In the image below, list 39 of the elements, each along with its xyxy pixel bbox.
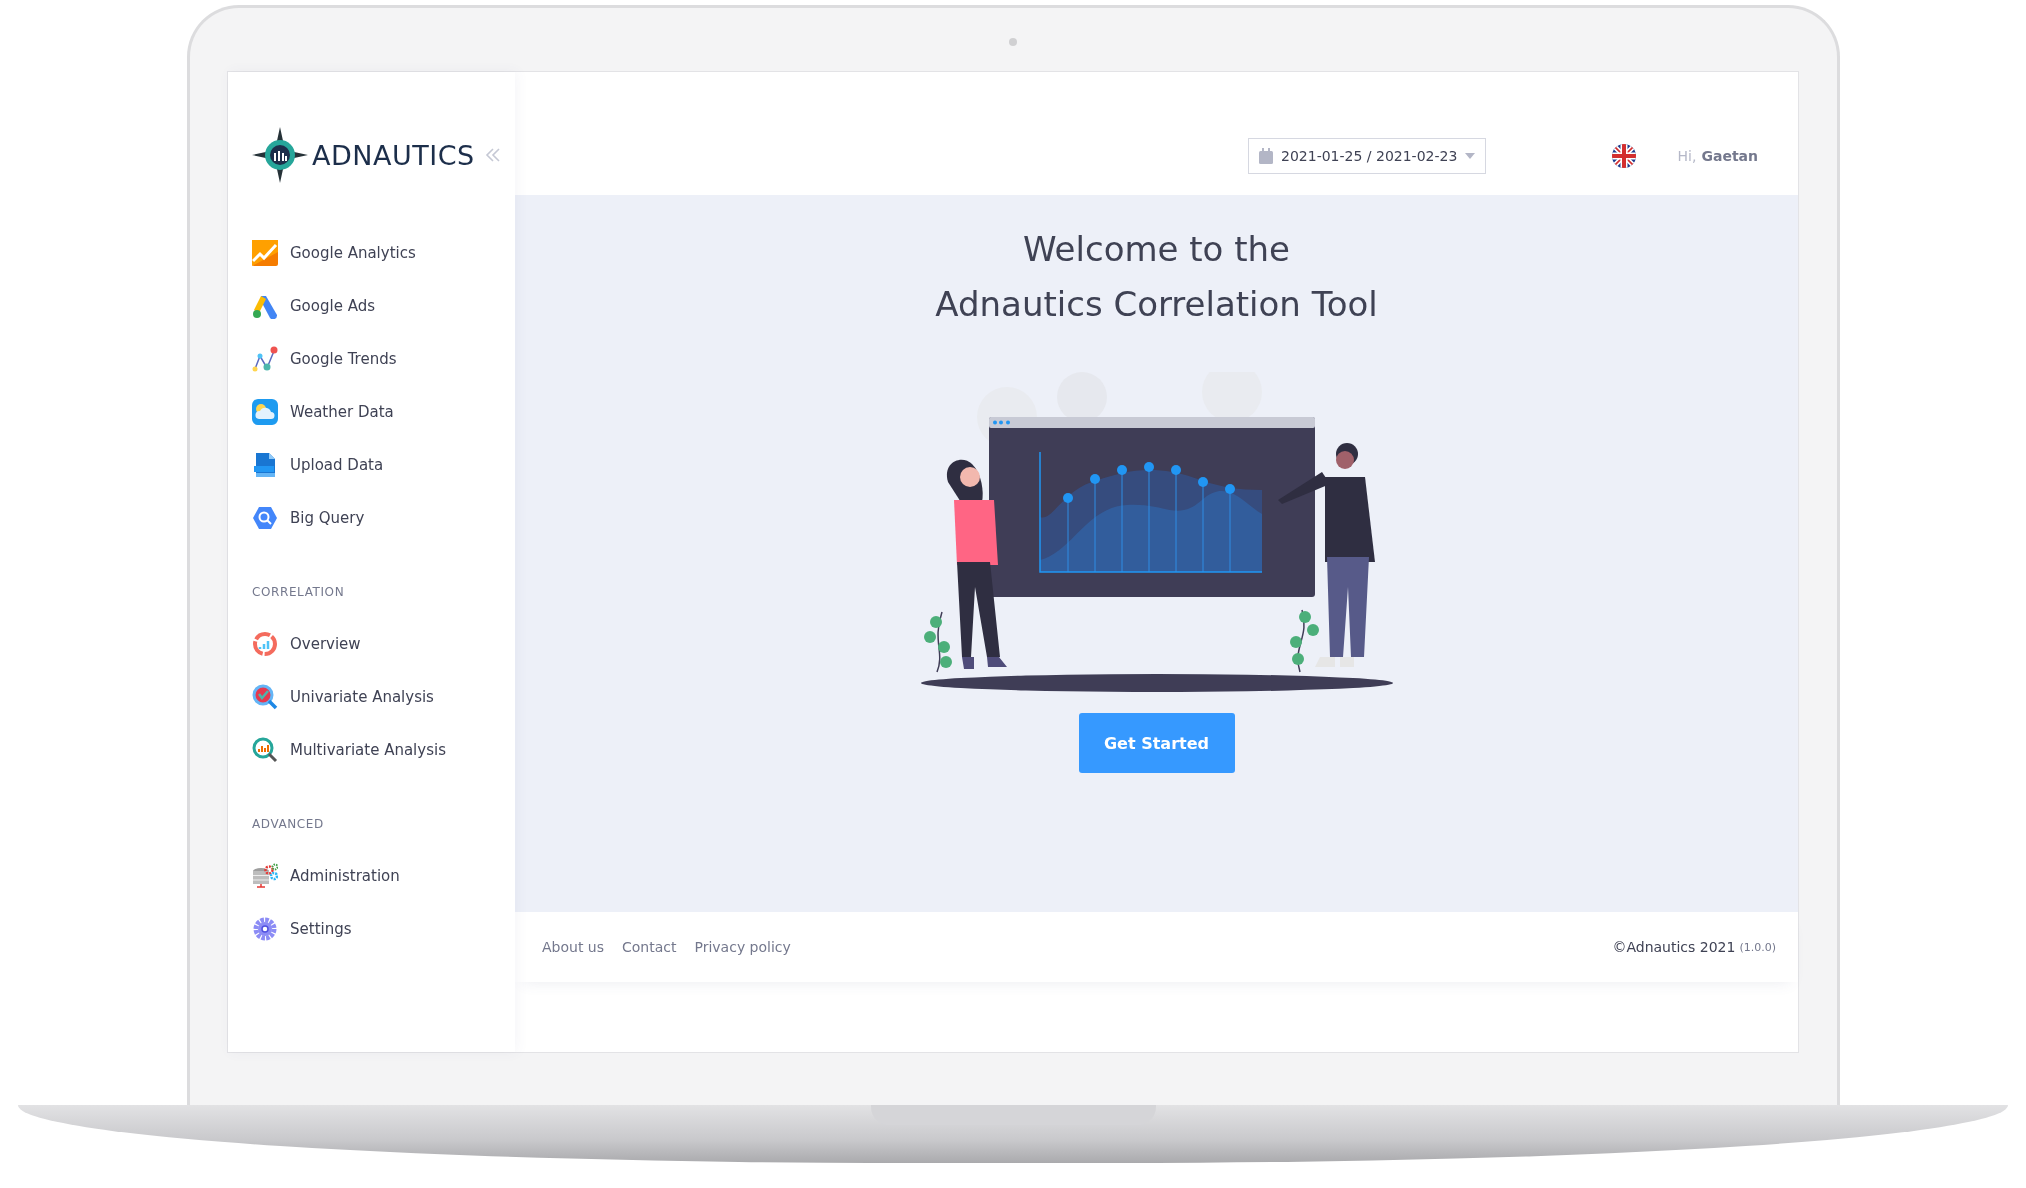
database-gears-icon	[252, 862, 278, 889]
calendar-icon	[1259, 147, 1273, 164]
section-heading: CORRELATION	[251, 584, 346, 601]
sidebar-item[interactable]: Upload Data	[228, 438, 515, 491]
footer-link[interactable]: Contact	[622, 939, 677, 955]
magnifier-hexagon-icon	[252, 504, 278, 531]
sidebar-item[interactable]: Overview	[228, 617, 515, 670]
sidebar-item[interactable]: Google Trends	[228, 332, 515, 385]
section-heading: ADVANCED	[251, 816, 325, 833]
sidebar-item[interactable]: Multivariate Analysis	[228, 723, 515, 776]
flag-icon[interactable]	[1611, 143, 1636, 168]
camera-icon	[1009, 38, 1017, 46]
sidebar-item[interactable]: Univariate Analysis	[228, 670, 515, 723]
donut-chart-icon	[252, 630, 278, 657]
weather-icon	[252, 398, 278, 425]
sidebar-item[interactable]: Weather Data	[228, 385, 515, 438]
sidebar-item[interactable]: Google Ads	[228, 279, 515, 332]
welcome-title: Welcome to the	[1022, 228, 1291, 271]
welcome-title: Adnautics Correlation Tool	[935, 283, 1378, 326]
greeting-text: Hi,	[1677, 147, 1697, 164]
brand-name: ADNAUTICS	[312, 139, 475, 171]
footer-link[interactable]: Privacy policy	[694, 939, 791, 955]
line-chart-icon	[252, 239, 278, 266]
version-text: (1.0.0)	[1739, 940, 1776, 954]
sidebar-item[interactable]: Google Analytics	[228, 226, 515, 279]
compass-logo-icon	[252, 127, 308, 183]
magnifier-icon	[252, 683, 278, 710]
sidebar-item[interactable]: Administration	[228, 849, 515, 902]
sidebar-item[interactable]: Big Query	[228, 491, 515, 544]
document-icon	[252, 451, 278, 478]
sidebar-item[interactable]: Settings	[228, 902, 515, 955]
settings-icon	[252, 915, 278, 942]
user-name: Gaetan	[1701, 147, 1758, 164]
caret-icon	[1465, 152, 1476, 159]
magnifier-icon	[252, 736, 278, 763]
footer-link[interactable]: About us	[542, 939, 604, 955]
trend-line-icon	[252, 345, 278, 372]
date-range-picker[interactable]: 2021-01-25 / 2021-02-23	[1248, 137, 1487, 174]
copyright-text: ©Adnautics 2021	[1612, 939, 1736, 955]
